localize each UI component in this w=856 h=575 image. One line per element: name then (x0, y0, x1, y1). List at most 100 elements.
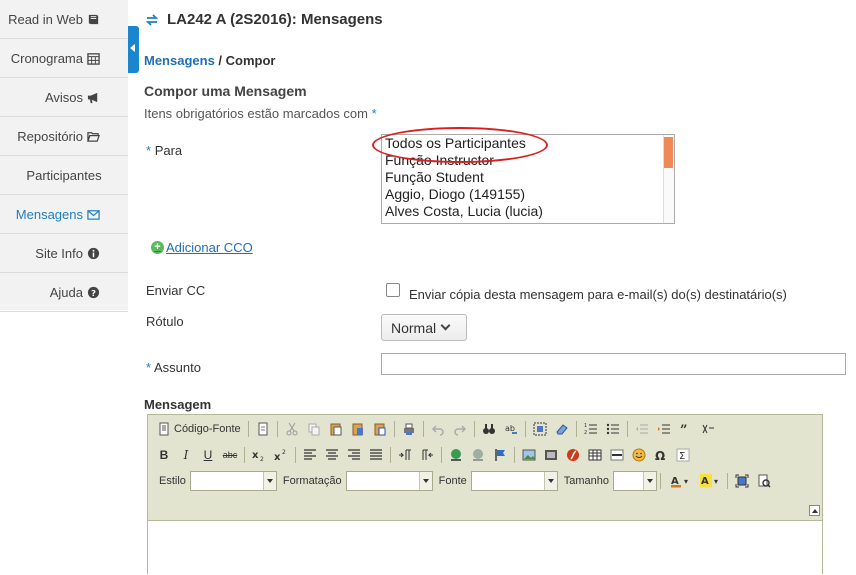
redo-icon (453, 425, 466, 436)
bulleted-list-button[interactable] (602, 419, 624, 439)
book-icon (88, 14, 99, 24)
copy-icon (308, 423, 320, 436)
background-color-button[interactable]: A ▾ (694, 471, 724, 491)
redo-button[interactable] (449, 419, 471, 439)
breadcrumb-link-mensagens[interactable]: Mensagens (144, 53, 215, 68)
horizontal-rule-button[interactable] (606, 445, 628, 465)
smiley-button[interactable] (628, 445, 650, 465)
chevron-down-icon (543, 472, 557, 490)
ltr-button[interactable] (394, 445, 416, 465)
flash-button[interactable] (540, 445, 562, 465)
align-center-button[interactable] (321, 445, 343, 465)
sidebar-item-avisos[interactable]: Avisos (0, 78, 128, 117)
maximize-icon (735, 474, 749, 488)
sidebar-item-site-info[interactable]: Site Info (0, 234, 128, 273)
toolbar-separator (524, 421, 526, 437)
rtl-button[interactable] (416, 445, 438, 465)
svg-text:Ω: Ω (655, 449, 665, 462)
recipient-option[interactable]: Aggio, Diogo (149155) (382, 186, 674, 203)
sidebar-item-mensagens[interactable]: Mensagens (0, 195, 128, 234)
sidebar-item-read-in-web[interactable]: Read in Web (0, 0, 128, 39)
indent-icon (657, 424, 670, 434)
sidebar-item-participantes[interactable]: Participantes (0, 156, 128, 195)
paste-word-icon (374, 423, 386, 436)
outdent-button[interactable] (631, 419, 653, 439)
message-body-editor[interactable] (148, 520, 822, 575)
maximize-button[interactable] (731, 471, 753, 491)
subscript-button[interactable]: x2 (248, 445, 270, 465)
sidebar-item-repositorio[interactable]: Repositório (0, 117, 128, 156)
justify-button[interactable] (365, 445, 387, 465)
preview-button[interactable] (753, 471, 775, 491)
table-button[interactable] (584, 445, 606, 465)
send-cc-checkbox[interactable] (386, 283, 400, 297)
ltr-icon (399, 449, 411, 460)
replace-button[interactable]: ab (500, 419, 522, 439)
paste-button[interactable] (325, 419, 347, 439)
text-direction-icon (702, 424, 714, 434)
recipients-scrollbar[interactable] (663, 135, 674, 223)
sidebar-item-cronograma[interactable]: Cronograma (0, 39, 128, 78)
calendar-icon (87, 52, 100, 65)
anchor-button[interactable] (489, 445, 511, 465)
toolbar-collapse-button[interactable] (809, 505, 820, 516)
new-page-button[interactable] (252, 419, 274, 439)
image-button[interactable] (518, 445, 540, 465)
add-bcc-link[interactable]: + Adicionar CCO (151, 240, 253, 255)
cc-checkbox-label: Enviar cópia desta mensagem para e-mail(… (409, 287, 787, 302)
link-button[interactable] (445, 445, 467, 465)
math-button[interactable]: Σ (672, 445, 694, 465)
text-color-button[interactable]: A ▾ (664, 471, 694, 491)
underline-button[interactable]: U (197, 445, 219, 465)
superscript-button[interactable]: x2 (270, 445, 292, 465)
subject-input[interactable] (381, 353, 846, 375)
tag-select[interactable]: Normal (381, 314, 467, 341)
size-combo[interactable] (613, 471, 658, 491)
cut-button[interactable] (281, 419, 303, 439)
required-note: Itens obrigatórios estão marcados com * (144, 106, 377, 121)
remove-format-button[interactable] (551, 419, 573, 439)
blockquote-button[interactable]: ” (675, 419, 697, 439)
indent-button[interactable] (653, 419, 675, 439)
toolbar-separator (276, 421, 278, 437)
recipient-option[interactable]: Alves Costa, Lucia (lucia) (382, 203, 674, 220)
rich-text-editor: Código-Fonte ab 12 ” B I U abc x 2 x 2 Ω… (147, 414, 823, 575)
align-right-icon (348, 449, 360, 460)
bold-button[interactable]: B (153, 445, 175, 465)
svg-text:1: 1 (584, 423, 587, 429)
preview-icon (758, 474, 771, 488)
font-combo[interactable] (470, 471, 558, 491)
recipient-option[interactable]: Função Student (382, 169, 674, 186)
undo-button[interactable] (427, 419, 449, 439)
special-char-button[interactable]: Ω (650, 445, 672, 465)
paste-word-button[interactable] (369, 419, 391, 439)
scrollbar-thumb[interactable] (664, 137, 673, 168)
source-button[interactable]: Código-Fonte (153, 419, 245, 439)
unlink-button[interactable] (467, 445, 489, 465)
paste-text-button[interactable] (347, 419, 369, 439)
numbered-list-button[interactable]: 12 (580, 419, 602, 439)
select-all-button[interactable] (529, 419, 551, 439)
toolbar-separator (626, 421, 628, 437)
italic-button[interactable]: I (175, 445, 197, 465)
table-icon (588, 449, 602, 461)
style-combo[interactable] (189, 471, 277, 491)
chevron-down-icon (440, 320, 451, 331)
svg-text:?: ? (91, 287, 96, 297)
sidebar-item-ajuda[interactable]: Ajuda ? (0, 273, 128, 312)
clear-format-button[interactable] (697, 419, 719, 439)
align-left-button[interactable] (299, 445, 321, 465)
align-right-button[interactable] (343, 445, 365, 465)
swap-arrows-icon[interactable] (145, 13, 159, 27)
strikethrough-button[interactable]: abc (219, 445, 241, 465)
copy-button[interactable] (303, 419, 325, 439)
paste-icon (330, 423, 342, 436)
smiley-icon (632, 448, 646, 462)
print-button[interactable] (398, 419, 420, 439)
tool-sidebar: Read in Web Cronograma Avisos Repositóri… (0, 0, 128, 312)
format-combo[interactable] (345, 471, 433, 491)
find-button[interactable] (478, 419, 500, 439)
youtube-button[interactable] (562, 445, 584, 465)
info-icon (87, 247, 100, 259)
sidebar-collapse-toggle[interactable] (128, 26, 139, 73)
